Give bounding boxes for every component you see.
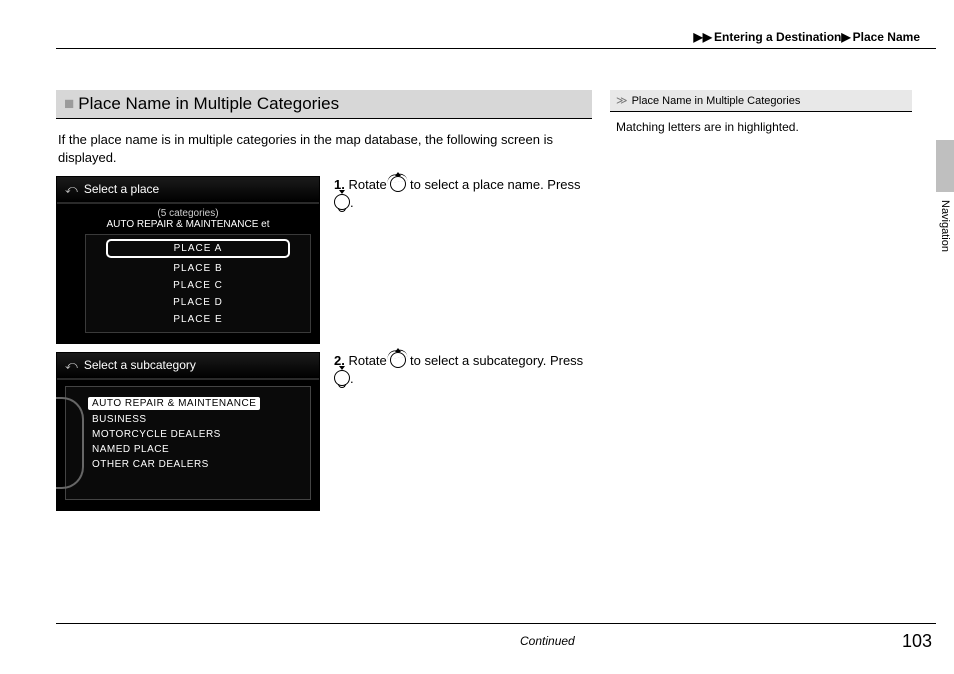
step-text-c: . — [350, 371, 354, 386]
screenshot-select-subcategory: ⤺ Select a subcategory AUTO REPAIR & MAIN… — [56, 352, 320, 511]
heading-text: Place Name in Multiple Categories — [78, 94, 339, 113]
step-text-a: Rotate — [348, 353, 390, 368]
intro-text: If the place name is in multiple categor… — [58, 131, 590, 166]
rotate-dial-icon — [390, 176, 406, 192]
list-item[interactable]: AUTO REPAIR & MAINTENANCE — [88, 397, 260, 410]
back-icon: ⤺ — [65, 182, 78, 196]
list-item[interactable]: MOTORCYCLE DEALERS — [88, 427, 304, 442]
step-text-b: to select a subcategory. Press — [406, 353, 583, 368]
section-tab-label: Navigation — [939, 200, 951, 252]
dial-arc-icon — [56, 397, 84, 489]
sidebar-heading-icon: ≫ — [616, 95, 625, 107]
list-item[interactable]: PLACE D — [86, 294, 310, 311]
section-tab — [936, 140, 954, 192]
place-listbox: PLACE A PLACE B PLACE C PLACE D PLACE E — [85, 234, 311, 333]
step-text-b: to select a place name. Press — [406, 177, 580, 192]
list-item[interactable]: BUSINESS — [88, 412, 304, 427]
step-text-a: Rotate — [348, 177, 390, 192]
breadcrumb-item-2: Place Name — [853, 30, 920, 44]
footer-rule — [56, 623, 936, 624]
header-rule — [56, 48, 936, 49]
screenshot1-title: Select a place — [84, 182, 159, 196]
breadcrumb: ▶▶Entering a Destination▶Place Name — [694, 30, 920, 44]
breadcrumb-sep: ▶▶ — [694, 30, 712, 44]
screenshot2-titlebar: ⤺ Select a subcategory — [57, 353, 319, 380]
step-2: 2. Rotate to select a subcategory. Press… — [334, 352, 592, 388]
subcategory-listbox: AUTO REPAIR & MAINTENANCE BUSINESS MOTOR… — [65, 386, 311, 500]
push-button-icon — [334, 194, 350, 210]
heading-square-icon: ■ — [64, 94, 74, 113]
list-item[interactable]: OTHER CAR DEALERS — [88, 457, 304, 472]
screenshot1-titlebar: ⤺ Select a place — [57, 177, 319, 204]
list-item[interactable]: PLACE E — [86, 311, 310, 328]
screenshot2-title: Select a subcategory — [84, 358, 196, 372]
sidebar-body: Matching letters are in highlighted. — [610, 111, 912, 142]
rotate-dial-icon — [390, 352, 406, 368]
screenshot1-category: AUTO REPAIR & MAINTENANCE et — [57, 219, 319, 234]
list-item[interactable]: NAMED PLACE — [88, 442, 304, 457]
step-1: 1. Rotate to select a place name. Press … — [334, 176, 592, 212]
push-button-icon — [334, 370, 350, 386]
continued-label: Continued — [520, 634, 575, 648]
sidebar-heading: ≫ Place Name in Multiple Categories — [610, 90, 912, 111]
step-text-c: . — [350, 195, 354, 210]
screenshot-select-place: ⤺ Select a place (5 categories) AUTO REPA… — [56, 176, 320, 344]
list-item[interactable]: PLACE A — [106, 239, 290, 258]
page-number: 103 — [902, 631, 932, 652]
breadcrumb-item-1: Entering a Destination — [714, 30, 841, 44]
list-item[interactable]: PLACE B — [86, 260, 310, 277]
list-item[interactable]: PLACE C — [86, 277, 310, 294]
back-icon: ⤺ — [65, 358, 78, 372]
breadcrumb-sep2: ▶ — [841, 30, 850, 44]
screenshot1-subtitle: (5 categories) — [57, 204, 319, 219]
section-heading: ■Place Name in Multiple Categories — [56, 90, 592, 119]
sidebar-heading-text: Place Name in Multiple Categories — [632, 95, 801, 107]
